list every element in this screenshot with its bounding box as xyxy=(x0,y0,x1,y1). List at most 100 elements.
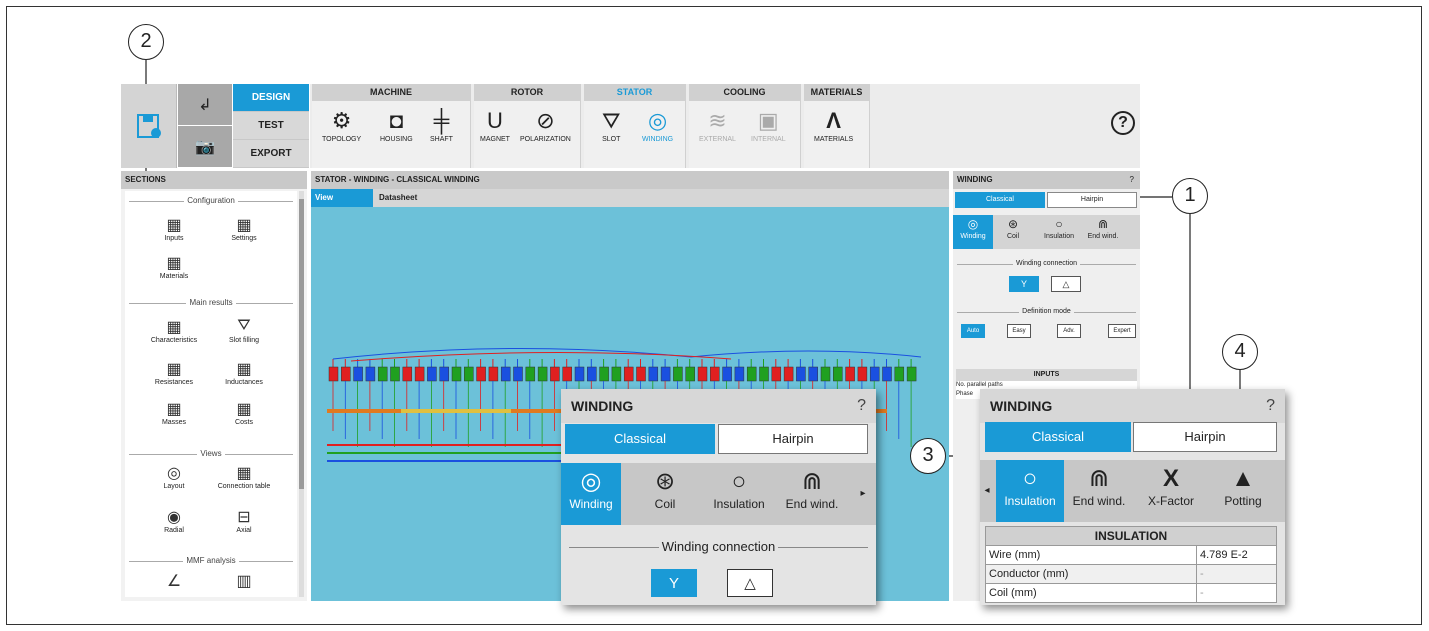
wire-value[interactable]: 4.789 E-2 xyxy=(1196,545,1277,565)
classical-button[interactable]: Classical xyxy=(955,192,1045,208)
mode-adv[interactable]: Adv. xyxy=(1057,324,1081,338)
category-main-results: Main results xyxy=(129,298,293,307)
winding-mark xyxy=(845,366,855,382)
winding-mark xyxy=(808,366,818,382)
sections-scrollbar[interactable] xyxy=(299,191,304,597)
winding-mark xyxy=(341,366,351,382)
sections-list: Configuration ▦ Inputs ▦ Settings ▦ Materia… xyxy=(125,191,297,597)
tab-insulation[interactable]: ○ Insulation xyxy=(709,463,769,525)
insulation-table: INSULATION Wire (mm) 4.789 E-2 Conductor … xyxy=(985,526,1277,603)
section-axial[interactable]: ⊟ Axial xyxy=(209,507,279,534)
tool-topology[interactable]: ⚙ TOPOLOGY xyxy=(322,106,361,143)
group-title: MATERIALS xyxy=(804,84,869,101)
section-materials[interactable]: ▦ Materials xyxy=(139,253,209,280)
mode-expert[interactable]: Expert xyxy=(1108,324,1136,338)
winding-mark xyxy=(476,366,486,382)
polarization-icon: ⊘ xyxy=(536,108,555,133)
table-icon: ▦ xyxy=(236,361,252,378)
tab-winding[interactable]: ◎ Winding xyxy=(953,215,993,249)
winding-mark xyxy=(328,366,339,382)
tool-internal[interactable]: ▣ INTERNAL xyxy=(751,106,786,143)
winding-connection-label: Winding connection xyxy=(569,539,868,554)
tool-shaft[interactable]: ╪ SHAFT xyxy=(430,106,453,143)
classical-button[interactable]: Classical xyxy=(565,424,715,454)
group-materials: MATERIALS Ʌ MATERIALS xyxy=(804,84,870,168)
winding-mark xyxy=(648,366,659,382)
category-mmf-analysis: MMF analysis xyxy=(129,556,293,565)
tab-insulation[interactable]: ○ Insulation xyxy=(996,460,1064,522)
tool-polarization[interactable]: ⊘ POLARIZATION xyxy=(520,106,571,143)
table-icon: ▦ xyxy=(236,217,252,234)
sections-panel: SECTIONS Configuration ▦ Inputs ▦ Settings… xyxy=(121,171,307,601)
section-masses[interactable]: ▦ Masses xyxy=(139,399,209,426)
coil-value[interactable]: - xyxy=(1196,583,1277,603)
tab-insulation[interactable]: ○ Insulation xyxy=(1039,215,1079,249)
scroll-left-icon[interactable]: ◂ xyxy=(980,460,994,522)
winding-help-button[interactable]: ? xyxy=(1130,171,1134,189)
help-button[interactable]: ? xyxy=(1111,111,1135,135)
camera-button[interactable]: 📷 xyxy=(178,126,232,167)
winding-mark xyxy=(623,366,634,382)
winding-mark xyxy=(525,366,536,382)
hairpin-button[interactable]: Hairpin xyxy=(1133,422,1277,452)
section-characteristics[interactable]: ▦ Characteristics xyxy=(139,317,209,344)
tab-potting[interactable]: ▲ Potting xyxy=(1210,460,1276,522)
section-settings[interactable]: ▦ Settings xyxy=(209,215,279,242)
tab-coil[interactable]: ⊛ Coil xyxy=(993,215,1033,249)
zoom-tabs: ◎ Winding ⊛ Coil ○ Insulation ⋒ End wind. ▸ xyxy=(561,463,876,525)
zoom-help-button[interactable]: ? xyxy=(1266,389,1275,423)
section-mmf-line[interactable]: ∠ xyxy=(139,571,209,591)
section-radial[interactable]: ◉ Radial xyxy=(139,507,209,534)
tab-x-factor[interactable]: X X-Factor xyxy=(1138,460,1204,522)
delta-connection-button[interactable]: △ xyxy=(1051,276,1081,292)
section-slot-filling[interactable]: ⛛ Slot filling xyxy=(209,317,279,344)
section-costs[interactable]: ▦ Costs xyxy=(209,399,279,426)
tool-housing[interactable]: ◘ HOUSING xyxy=(380,106,413,143)
conductor-value[interactable]: - xyxy=(1196,564,1277,584)
zoom-help-button[interactable]: ? xyxy=(857,389,866,423)
star-connection-button[interactable]: Y xyxy=(1009,276,1039,292)
tab-coil[interactable]: ⊛ Coil xyxy=(635,463,695,525)
section-mmf-bar[interactable]: ▥ xyxy=(209,571,279,591)
winding-mark xyxy=(759,366,769,382)
mode-test[interactable]: TEST xyxy=(233,112,309,140)
hairpin-button[interactable]: Hairpin xyxy=(1047,192,1137,208)
winding-mark xyxy=(537,366,548,382)
mode-design[interactable]: DESIGN xyxy=(233,84,309,112)
callout-4: 4 xyxy=(1222,334,1258,370)
winding-mark xyxy=(710,366,720,382)
star-connection-button[interactable]: Y xyxy=(651,569,697,597)
tool-materials[interactable]: Ʌ MATERIALS xyxy=(814,106,853,143)
tool-external[interactable]: ≋ EXTERNAL xyxy=(699,106,736,143)
undo-button[interactable]: ↲ xyxy=(178,84,232,125)
winding-mark xyxy=(464,366,474,382)
tool-magnet[interactable]: U MAGNET xyxy=(480,106,510,143)
delta-connection-button[interactable]: △ xyxy=(727,569,773,597)
classical-button[interactable]: Classical xyxy=(985,422,1131,452)
section-resistances[interactable]: ▦ Resistances xyxy=(139,359,209,386)
save-button[interactable] xyxy=(121,84,177,168)
tab-winding[interactable]: ◎ Winding xyxy=(561,463,621,525)
hairpin-button[interactable]: Hairpin xyxy=(718,424,868,454)
winding-mark xyxy=(427,366,437,382)
section-layout[interactable]: ◎ Layout xyxy=(139,463,209,490)
winding-mark xyxy=(365,366,376,382)
tab-end-winding[interactable]: ⋒ End wind. xyxy=(1083,215,1123,249)
tool-label: TOPOLOGY xyxy=(322,136,362,143)
tab-end-winding[interactable]: ⋒ End wind. xyxy=(1068,460,1130,522)
slot-icon: ⛛ xyxy=(237,317,251,334)
tab-end-winding[interactable]: ⋒ End wind. xyxy=(777,463,847,525)
mode-easy[interactable]: Easy xyxy=(1007,324,1031,338)
mode-auto[interactable]: Auto xyxy=(961,324,985,338)
section-inputs[interactable]: ▦ Inputs xyxy=(139,215,209,242)
scroll-right-icon[interactable]: ▸ xyxy=(855,463,871,525)
tool-winding[interactable]: ◎ WINDING xyxy=(642,106,673,143)
slot-icon: ⛛ xyxy=(602,108,621,133)
winding-mark xyxy=(660,366,671,382)
shaft-icon: ╪ xyxy=(433,108,450,133)
save-icon xyxy=(136,114,161,138)
mode-export[interactable]: EXPORT xyxy=(233,140,309,168)
section-connection-table[interactable]: ▦ Connection table xyxy=(209,463,279,490)
tool-slot[interactable]: ⛛ SLOT xyxy=(602,106,620,143)
section-inductances[interactable]: ▦ Inductances xyxy=(209,359,279,386)
